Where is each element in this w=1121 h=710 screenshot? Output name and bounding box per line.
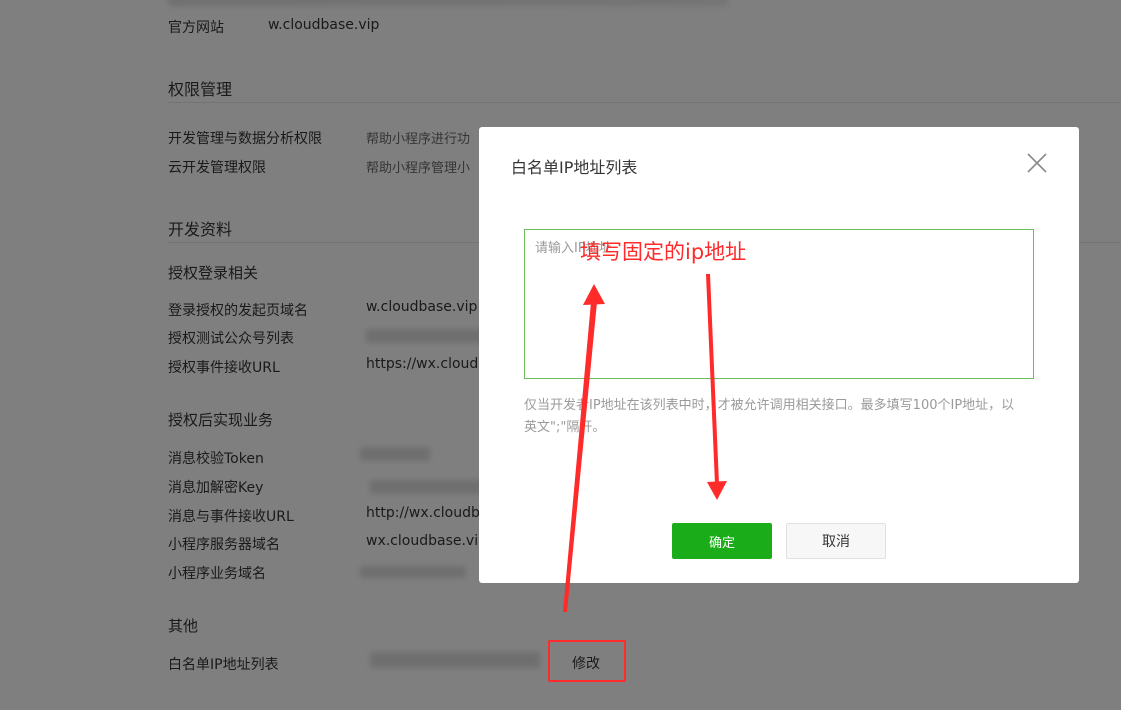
close-icon[interactable] <box>1025 151 1049 175</box>
close-icon-glyph <box>1027 153 1047 173</box>
dialog-title: 白名单IP地址列表 <box>511 158 638 177</box>
annotation-text: 填写固定的ip地址 <box>580 240 747 264</box>
settings-page: 官方网站 w.cloudbase.vip 权限管理 开发管理与数据分析权限 帮助… <box>0 0 1121 710</box>
cancel-button[interactable]: 取消 <box>786 523 886 559</box>
whitelist-dialog: 白名单IP地址列表 仅当开发者IP地址在该列表中时，才被允许调用相关接口。最多填… <box>479 127 1079 583</box>
annotation-highlight-box <box>548 640 626 682</box>
dialog-hint: 仅当开发者IP地址在该列表中时，才被允许调用相关接口。最多填写100个IP地址，… <box>524 398 1015 435</box>
confirm-button[interactable]: 确定 <box>672 523 772 559</box>
